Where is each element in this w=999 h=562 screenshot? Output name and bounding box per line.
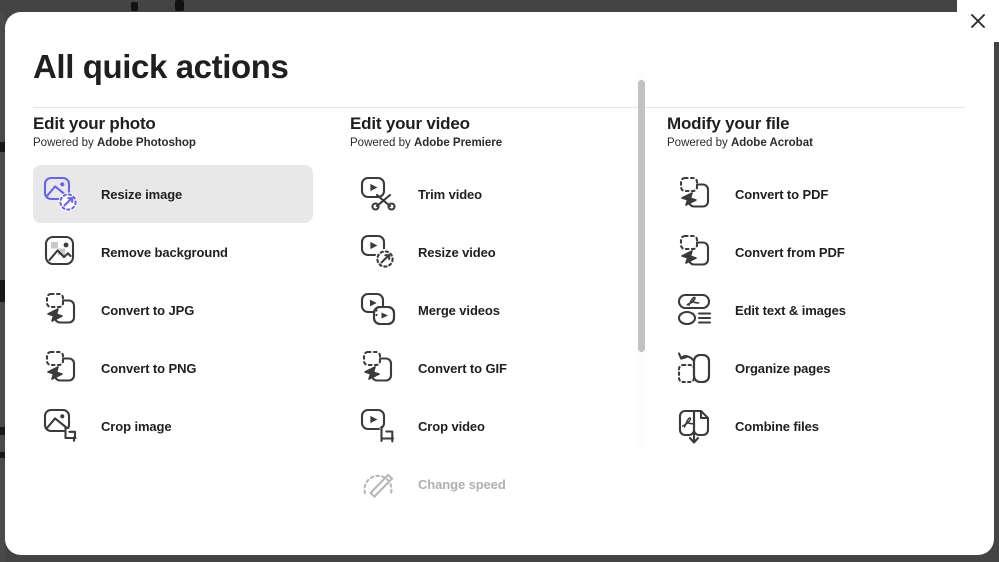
video-column-scroll-thumb[interactable] xyxy=(638,80,645,352)
action-item-label: Convert to PDF xyxy=(735,186,829,202)
column-powered-by: Powered by Adobe Photoshop xyxy=(33,137,325,149)
action-list: Trim video Resize video Merge videos Conver… xyxy=(350,165,645,513)
action-item-label: Convert to JPG xyxy=(101,302,195,318)
video-crop-icon xyxy=(356,403,402,449)
quick-actions-modal: All quick actions Edit your photo Powered… xyxy=(5,12,994,555)
page-background-top xyxy=(0,0,999,12)
close-icon xyxy=(968,11,988,31)
action-item-change-speed: Change speed xyxy=(350,455,630,513)
column-title: Modify your file xyxy=(667,114,790,133)
column-title: Edit your photo xyxy=(33,114,156,133)
action-item-label: Combine files xyxy=(735,418,819,434)
organize-pages-icon xyxy=(673,345,719,391)
powered-by-prefix: Powered by xyxy=(33,137,97,149)
action-column-2: Modify your file Powered by Adobe Acrobat… xyxy=(645,114,965,555)
action-item-label: Crop image xyxy=(101,418,172,434)
action-item-merge-videos[interactable]: Merge videos xyxy=(350,281,630,339)
action-item-label: Resize video xyxy=(418,244,496,260)
action-item-remove-background[interactable]: Remove background xyxy=(33,223,313,281)
action-item-crop-image[interactable]: Crop image xyxy=(33,397,313,455)
action-columns: Edit your photo Powered by Adobe Photosho… xyxy=(5,114,994,555)
action-item-convert-to-gif[interactable]: Convert to GIF xyxy=(350,339,630,397)
action-item-convert-to-png[interactable]: Convert to PNG xyxy=(33,339,313,397)
action-item-resize-video[interactable]: Resize video xyxy=(350,223,630,281)
powered-by-brand: Adobe Acrobat xyxy=(730,137,813,149)
column-powered-by: Powered by Adobe Premiere xyxy=(350,137,645,149)
action-list: Resize image Remove background Convert to … xyxy=(33,165,325,455)
convert-format-icon xyxy=(673,171,719,217)
convert-format-icon xyxy=(39,287,85,333)
column-title: Edit your video xyxy=(350,114,470,133)
powered-by-brand: Adobe Photoshop xyxy=(96,137,196,149)
action-item-label: Change speed xyxy=(418,476,506,492)
speedometer-icon xyxy=(356,461,402,507)
action-item-convert-from-pdf[interactable]: Convert from PDF xyxy=(667,223,947,281)
action-item-resize-image[interactable]: Resize image xyxy=(33,165,313,223)
action-item-label: Edit text & images xyxy=(735,302,846,318)
column-powered-by: Powered by Adobe Acrobat xyxy=(667,137,965,149)
action-item-label: Convert to PNG xyxy=(101,360,197,376)
action-item-crop-video[interactable]: Crop video xyxy=(350,397,630,455)
action-item-combine-files[interactable]: Combine files xyxy=(667,397,947,455)
video-resize-icon xyxy=(356,229,402,275)
action-column-0: Edit your photo Powered by Adobe Photosho… xyxy=(5,114,325,555)
image-resize-icon xyxy=(39,171,85,217)
powered-by-brand: Adobe Premiere xyxy=(413,137,503,149)
action-item-label: Convert to GIF xyxy=(418,360,507,376)
close-button[interactable] xyxy=(957,0,999,42)
image-remove-bg-icon xyxy=(39,229,85,275)
action-item-convert-to-jpg[interactable]: Convert to JPG xyxy=(33,281,313,339)
convert-format-icon xyxy=(356,345,402,391)
action-item-organize-pages[interactable]: Organize pages xyxy=(667,339,947,397)
powered-by-prefix: Powered by xyxy=(350,137,414,149)
action-item-label: Organize pages xyxy=(735,360,831,376)
pdf-edit-icon xyxy=(673,287,719,333)
video-trim-icon xyxy=(356,171,402,217)
background-artifact xyxy=(131,2,138,11)
action-item-label: Trim video xyxy=(418,186,483,202)
action-item-label: Merge videos xyxy=(418,302,500,318)
action-column-1: Edit your video Powered by Adobe Premiere… xyxy=(325,114,645,555)
action-item-convert-to-pdf[interactable]: Convert to PDF xyxy=(667,165,947,223)
background-artifact xyxy=(175,0,184,11)
convert-format-icon xyxy=(673,229,719,275)
powered-by-prefix: Powered by xyxy=(667,137,731,149)
combine-files-icon xyxy=(673,403,719,449)
action-item-label: Resize image xyxy=(101,186,183,202)
action-list: Convert to PDF Convert from PDF Edit text … xyxy=(667,165,965,455)
action-item-label: Crop video xyxy=(418,418,485,434)
action-item-label: Convert from PDF xyxy=(735,244,845,260)
convert-format-icon xyxy=(39,345,85,391)
title-divider xyxy=(33,107,965,108)
page-title: All quick actions xyxy=(33,48,289,85)
image-crop-icon xyxy=(39,403,85,449)
action-item-edit-text-images[interactable]: Edit text & images xyxy=(667,281,947,339)
action-item-trim-video[interactable]: Trim video xyxy=(350,165,630,223)
action-item-label: Remove background xyxy=(101,244,228,260)
video-merge-icon xyxy=(356,287,402,333)
